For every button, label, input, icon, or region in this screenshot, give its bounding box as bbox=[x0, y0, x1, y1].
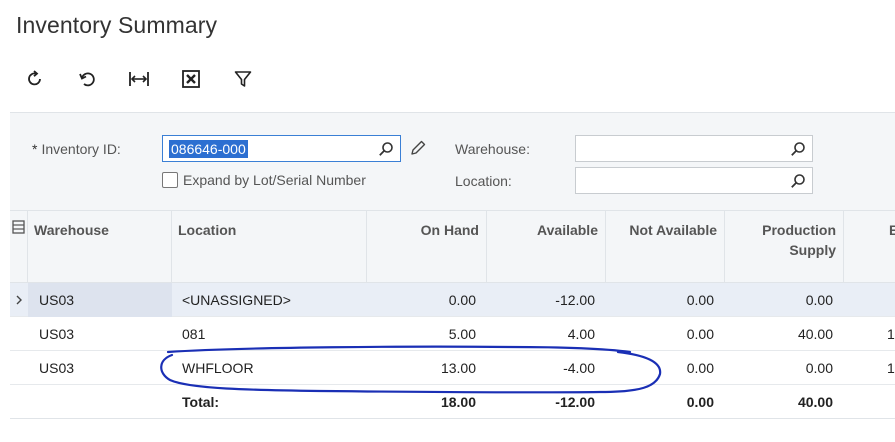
total-not-available: 0.00 bbox=[686, 394, 714, 410]
cell-warehouse[interactable]: US03 bbox=[28, 283, 172, 317]
cell-next[interactable]: 1 bbox=[887, 317, 895, 351]
expand-lot-label: Expand by Lot/Serial Number bbox=[183, 172, 366, 188]
cell-location[interactable]: 081 bbox=[182, 317, 367, 351]
inventory-id-value: 086646-000 bbox=[169, 139, 248, 158]
column-chooser-button[interactable] bbox=[10, 211, 28, 283]
edit-inventory-button[interactable] bbox=[409, 139, 427, 162]
export-excel-button[interactable] bbox=[172, 64, 210, 94]
toolbar bbox=[16, 64, 276, 94]
column-header-next[interactable]: E bbox=[844, 211, 895, 283]
warehouse-input[interactable] bbox=[575, 135, 813, 162]
cell-not-available[interactable]: 0.00 bbox=[606, 351, 714, 385]
table-row[interactable]: US03 081 5.00 4.00 0.00 40.00 1 bbox=[10, 317, 895, 351]
expand-lot-checkbox[interactable] bbox=[162, 172, 178, 188]
cell-available[interactable]: -4.00 bbox=[487, 351, 595, 385]
total-row: Total: 18.00 -12.00 0.00 40.00 bbox=[10, 385, 895, 419]
search-icon bbox=[791, 174, 805, 188]
warehouse-label: Warehouse: bbox=[455, 141, 530, 157]
chevron-right-icon bbox=[16, 295, 22, 305]
location-label: Location: bbox=[455, 173, 512, 189]
undo-button[interactable] bbox=[68, 64, 106, 94]
location-search-button[interactable] bbox=[789, 172, 807, 190]
filter-icon bbox=[234, 71, 252, 87]
refresh-button[interactable] bbox=[16, 64, 54, 94]
total-label: Total: bbox=[182, 394, 220, 410]
cell-production-supply[interactable]: 40.00 bbox=[725, 317, 833, 351]
expand-lot-checkbox-row[interactable]: Expand by Lot/Serial Number bbox=[162, 172, 366, 188]
total-available: -12.00 bbox=[555, 394, 595, 410]
inventory-id-label: * Inventory ID: bbox=[32, 141, 121, 157]
cell-on-hand[interactable]: 0.00 bbox=[367, 283, 476, 317]
cell-warehouse[interactable]: US03 bbox=[39, 317, 172, 351]
cell-production-supply[interactable]: 0.00 bbox=[725, 283, 833, 317]
column-header-location[interactable]: Location bbox=[172, 211, 367, 283]
undo-icon bbox=[79, 72, 95, 87]
warehouse-search-button[interactable] bbox=[789, 140, 807, 158]
column-header-production-supply[interactable]: Production Supply bbox=[725, 211, 844, 283]
grid-header: Warehouse Location On Hand Available Not… bbox=[10, 210, 895, 283]
inventory-id-input[interactable]: 086646-000 bbox=[162, 135, 401, 162]
column-settings-icon bbox=[12, 220, 25, 234]
column-header-warehouse[interactable]: Warehouse bbox=[28, 211, 172, 283]
inventory-id-search-button[interactable] bbox=[377, 140, 395, 158]
location-input[interactable] bbox=[575, 167, 813, 194]
column-header-available[interactable]: Available bbox=[487, 211, 606, 283]
table-row[interactable]: US03 WHFLOOR 13.00 -4.00 0.00 0.00 1 bbox=[10, 351, 895, 385]
cell-next[interactable] bbox=[889, 283, 895, 317]
total-production-supply: 40.00 bbox=[797, 394, 833, 410]
refresh-icon bbox=[28, 70, 41, 86]
fit-width-icon bbox=[129, 72, 149, 86]
pencil-icon bbox=[411, 140, 426, 155]
filter-button[interactable] bbox=[224, 64, 262, 94]
column-header-not-available[interactable]: Not Available bbox=[606, 211, 725, 283]
cell-on-hand[interactable]: 13.00 bbox=[367, 351, 476, 385]
table-row[interactable]: US03 <UNASSIGNED> 0.00 -12.00 0.00 0.00 bbox=[10, 283, 895, 317]
cell-available[interactable]: 4.00 bbox=[487, 317, 595, 351]
inventory-grid: Warehouse Location On Hand Available Not… bbox=[10, 210, 895, 442]
cell-location[interactable]: <UNASSIGNED> bbox=[182, 283, 367, 317]
fit-to-screen-button[interactable] bbox=[120, 64, 158, 94]
cell-production-supply[interactable]: 0.00 bbox=[725, 351, 833, 385]
column-header-on-hand[interactable]: On Hand bbox=[367, 211, 487, 283]
cell-next[interactable]: 1 bbox=[887, 351, 895, 385]
required-marker: * bbox=[32, 141, 38, 157]
cell-not-available[interactable]: 0.00 bbox=[606, 317, 714, 351]
page-title: Inventory Summary bbox=[16, 12, 218, 38]
search-icon bbox=[379, 142, 393, 156]
cell-not-available[interactable]: 0.00 bbox=[606, 283, 714, 317]
current-row-indicator bbox=[10, 283, 28, 317]
cell-on-hand[interactable]: 5.00 bbox=[367, 317, 476, 351]
cell-warehouse[interactable]: US03 bbox=[39, 351, 172, 385]
cell-location[interactable]: WHFLOOR bbox=[182, 351, 367, 385]
cell-available[interactable]: -12.00 bbox=[487, 283, 595, 317]
excel-icon bbox=[182, 70, 200, 88]
search-icon bbox=[791, 142, 805, 156]
total-on-hand: 18.00 bbox=[440, 394, 476, 410]
filter-form: * Inventory ID: 086646-000 Expand by Lot/… bbox=[10, 112, 895, 210]
